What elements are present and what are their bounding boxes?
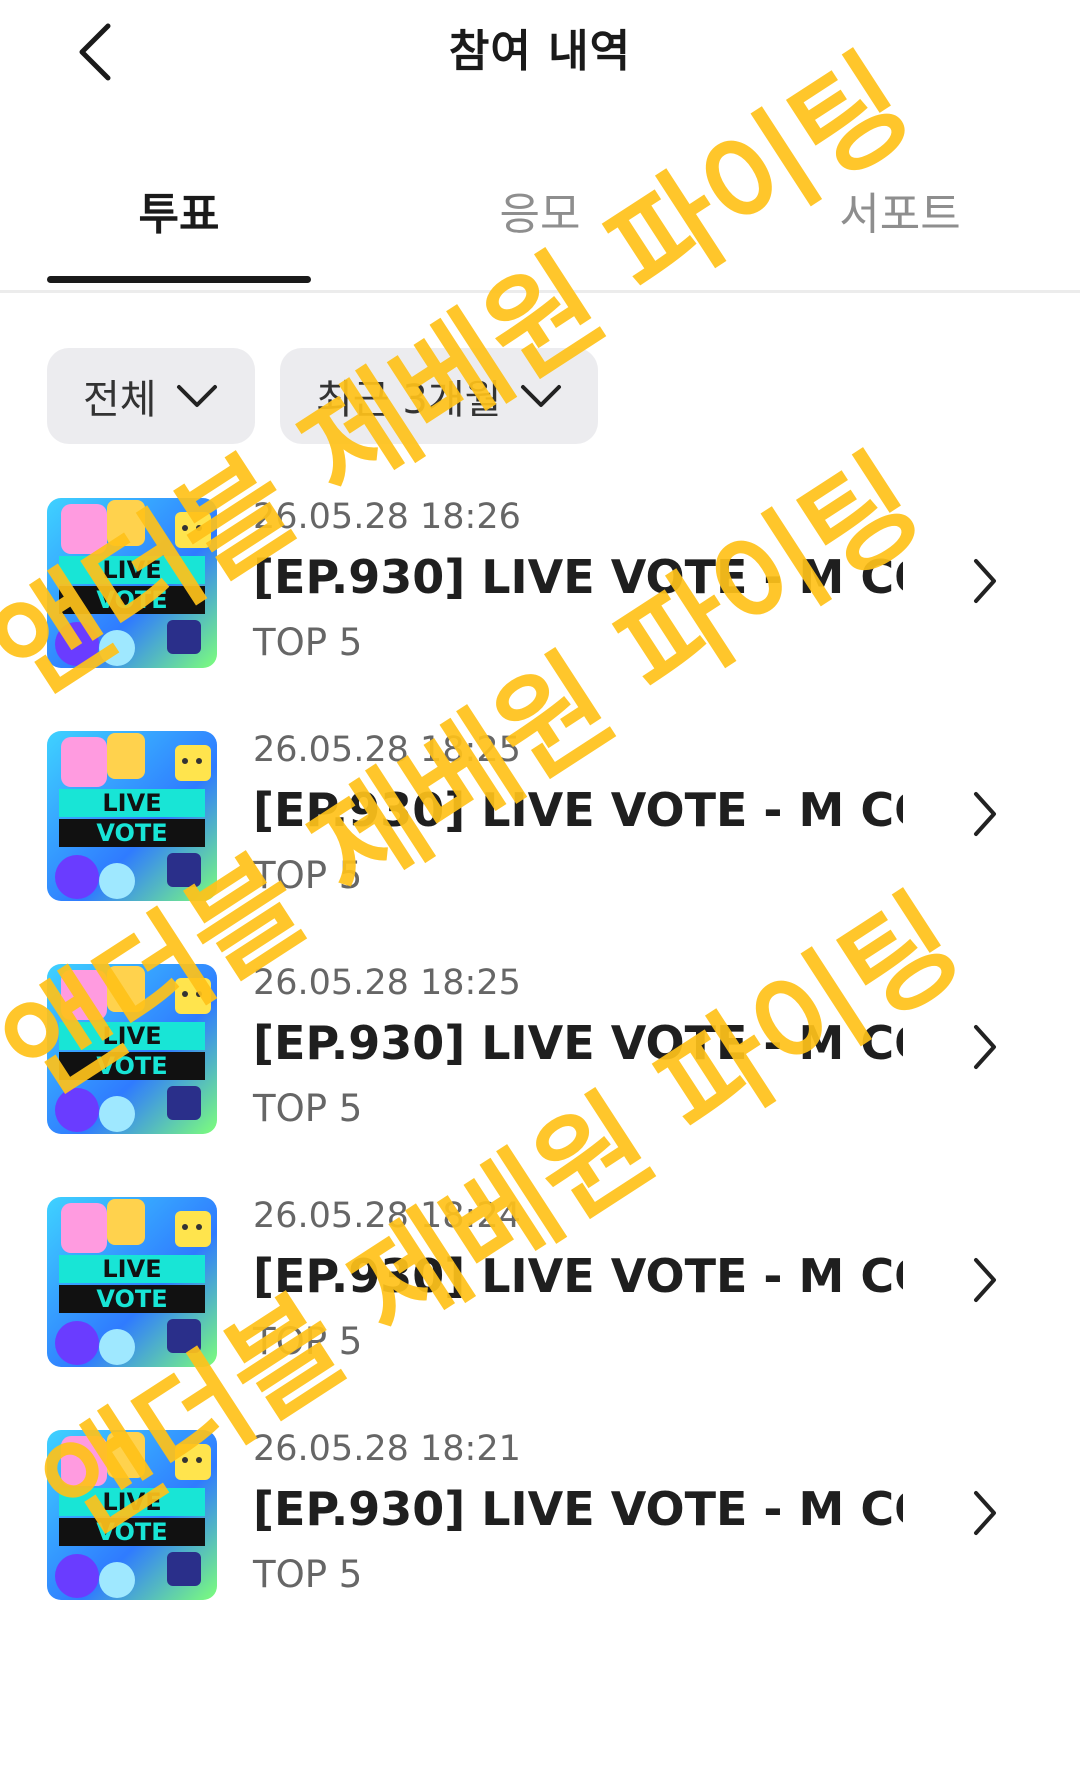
category-filter-label: 전체 [83,377,157,423]
item-title: [EP.930] LIVE VOTE - M CO... [253,1482,903,1536]
header-bar: 참여 내역 [0,0,1080,110]
thumbnail-text: LIVE [102,1255,161,1283]
event-thumbnail: LIVE VOTE [47,964,217,1134]
chevron-right-icon [974,792,996,836]
list-item[interactable]: LIVE VOTE 26.05.28 18:26 [EP.930] LIVE V… [0,495,1080,675]
list-item[interactable]: LIVE VOTE 26.05.28 18:25 [EP.930] LIVE V… [0,728,1080,908]
item-date: 26.05.28 18:25 [253,730,521,770]
live-vote-thumbnail-image: LIVE VOTE [47,731,217,901]
tab-support[interactable]: 서포트 [768,180,1032,250]
item-title: [EP.930] LIVE VOTE - M CO... [253,1249,903,1303]
period-filter-label: 최근 3개월 [316,377,502,423]
thumbnail-text: LIVE [102,1022,161,1050]
item-rank: TOP 5 [253,854,363,897]
item-date: 26.05.28 18:24 [253,1196,521,1236]
tab-bar: 투표 응모 서포트 [0,160,1080,293]
item-date: 26.05.28 18:26 [253,497,521,537]
thumbnail-text: VOTE [96,819,167,847]
thumbnail-text: VOTE [96,1285,167,1313]
item-title: [EP.930] LIVE VOTE - M CO... [253,783,903,837]
thumbnail-text: VOTE [96,1518,167,1546]
chevron-right-icon [974,559,996,603]
event-thumbnail: LIVE VOTE [47,731,217,901]
item-title: [EP.930] LIVE VOTE - M CO... [253,550,903,604]
event-thumbnail: LIVE VOTE [47,498,217,668]
item-rank: TOP 5 [253,1553,363,1596]
thumbnail-text: LIVE [102,556,161,584]
live-vote-thumbnail-image: LIVE VOTE [47,498,217,668]
item-rank: TOP 5 [253,1087,363,1130]
thumbnail-text: LIVE [102,789,161,817]
chevron-down-icon [521,385,562,407]
category-filter-dropdown[interactable]: 전체 [47,348,255,444]
event-thumbnail: LIVE VOTE [47,1197,217,1367]
live-vote-thumbnail-image: LIVE VOTE [47,1430,217,1600]
thumbnail-text: LIVE [102,1488,161,1516]
chevron-right-icon [974,1025,996,1069]
chevron-right-icon [974,1258,996,1302]
page-title: 참여 내역 [448,26,632,77]
item-title: [EP.930] LIVE VOTE - M CO... [253,1016,903,1070]
item-rank: TOP 5 [253,1320,363,1363]
list-item[interactable]: LIVE VOTE 26.05.28 18:24 [EP.930] LIVE V… [0,1194,1080,1374]
tab-entry[interactable]: 응모 [408,180,672,250]
tab-vote[interactable]: 투표 [47,180,311,250]
thumbnail-text: VOTE [96,1052,167,1080]
period-filter-dropdown[interactable]: 최근 3개월 [280,348,598,444]
list-item[interactable]: LIVE VOTE 26.05.28 18:25 [EP.930] LIVE V… [0,961,1080,1141]
item-rank: TOP 5 [253,621,363,664]
chevron-down-icon [176,385,217,407]
live-vote-thumbnail-image: LIVE VOTE [47,964,217,1134]
list-item[interactable]: LIVE VOTE 26.05.28 18:21 [EP.930] LIVE V… [0,1427,1080,1607]
chevron-right-icon [974,1491,996,1535]
thumbnail-text: VOTE [96,586,167,614]
active-tab-indicator [47,276,311,283]
live-vote-thumbnail-image: LIVE VOTE [47,1197,217,1367]
event-thumbnail: LIVE VOTE [47,1430,217,1600]
item-date: 26.05.28 18:25 [253,963,521,1003]
item-date: 26.05.28 18:21 [253,1429,521,1469]
